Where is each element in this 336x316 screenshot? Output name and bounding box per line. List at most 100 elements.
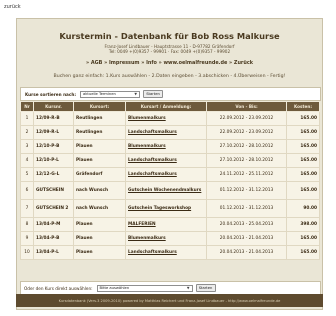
row-kursort: Plauen [73,217,126,232]
direct-select-bar: Oder den Kurs direkt auswählen: Bitte au… [20,281,321,295]
footer: Kursdatenbank (Vers.3 2009-2010) powered… [16,294,323,307]
row-nr: 10 [20,245,34,260]
row-date: 20.04.2013 - 21.04.2013 [206,231,287,246]
row-price: 165.00 [286,125,320,140]
sort-select[interactable]: aktuelle Terminen ▼ [80,90,141,98]
row-course-link[interactable]: Landschaftsmalkurs [125,125,207,140]
row-kursort: nach Wunsch [73,181,126,200]
header-address: Franz-Josef Lindbauer - Hauptstrasse 11 … [17,44,322,54]
sort-start-button[interactable]: Starten [143,90,164,98]
table-row: 10 13/04-P-L Plauen Landschaftsmalkurs 2… [20,245,320,260]
row-nr: 7 [20,199,34,218]
row-price: 165.00 [286,111,320,126]
row-date: 27.10.2012 - 28.10.2012 [206,139,287,154]
row-kursnr: GUTSCHEIN 2 [33,199,74,218]
row-date: 20.04.2013 - 21.04.2013 [206,245,287,260]
row-kursort: Plauen [73,231,126,246]
row-kursnr: 13/04-P-L [33,245,74,260]
row-kursnr: 12/12-G-L [33,167,74,182]
row-course-link[interactable]: Gutschein Wochenendmalkurs [125,181,207,200]
table-row: 3 12/10-P-B Plauen Blumenmalkurs 27.10.2… [20,139,320,154]
row-date: 01.12.2012 - 31.12.2013 [206,199,287,218]
row-price: 165.00 [286,139,320,154]
row-nr: 4 [20,153,34,168]
row-nr: 1 [20,111,34,126]
row-kursort: Gräfendorf [73,167,126,182]
row-price: 165.00 [286,181,320,200]
direct-course-select[interactable]: Bitte auswählen ▼ [96,284,193,292]
row-nr: 9 [20,231,34,246]
row-date: 20.04.2013 - 25.04.2013 [206,217,287,232]
sort-label: Kurse sortieren nach: [25,91,77,97]
row-kursnr: 12/10-P-L [33,153,74,168]
row-price: 165.00 [286,231,320,246]
row-nr: 5 [20,167,34,182]
table-row: 2 12/09-R-L Reutlingen Landschaftsmalkur… [20,125,320,140]
booking-steps-text: Buchen ganz einfach: 1.Kurs auswählen - … [53,74,286,79]
row-kursort: Reutlingen [73,125,126,140]
nav-website-link[interactable]: www.oelmalfreunde.de [163,60,227,66]
table-row: 8 13/04-P-M Plauen MALFERIEN 20.04.2013 … [20,217,320,232]
sort-bar: Kurse sortieren nach: aktuelle Terminen … [20,87,321,101]
direct-select-label: Oder den Kurs direkt auswählen: [24,285,93,291]
row-kursort: nach Wunsch [73,199,126,218]
row-nr: 3 [20,139,34,154]
row-kursnr: 12/09-R-B [33,111,74,126]
row-kursort: Plauen [73,153,126,168]
nav-agb-link[interactable]: AGB [91,60,103,66]
row-course-link[interactable]: Blumenmalkurs [125,139,207,154]
row-price: 398.00 [286,217,320,232]
row-price: 165.00 [286,153,320,168]
row-kursort: Reutlingen [73,111,126,126]
row-date: 22.09.2012 - 23.09.2012 [206,125,287,140]
col-header-date: Von - Bis: [206,101,287,112]
top-navigation: » AGB » Impressum » Info » www.oelmalfre… [17,60,322,66]
row-course-link[interactable]: Blumenmalkurs [125,111,207,126]
sort-select-value: aktuelle Terminen [83,92,116,96]
row-nr: 6 [20,181,34,200]
row-date: 27.10.2012 - 28.10.2012 [206,153,287,168]
direct-start-button[interactable]: Starten [195,284,216,292]
row-course-link[interactable]: Gutschein Tagesworkshop [125,199,207,218]
nav-impressum-link[interactable]: Impressum [109,60,140,66]
direct-select-value: Bitte auswählen [99,286,130,290]
col-header-nr: Nr [20,101,34,112]
row-kursnr: 12/10-P-B [33,139,74,154]
row-course-link[interactable]: MALFERIEN [125,217,207,232]
col-header-kursort: Kursort: [73,101,126,112]
row-course-link[interactable]: Landschaftsmalkurs [125,153,207,168]
contact-line: Tel: 0049 +(0)9357 - 99901 · Fax: 0049 +… [108,49,231,54]
back-link-top[interactable]: zurück [4,4,21,10]
row-date: 01.12.2012 - 31.12.2013 [206,181,287,200]
row-nr: 8 [20,217,34,232]
row-kursnr: 13/04-P-B [33,231,74,246]
course-table: Nr Kursnr. Kursort: Kursart / Anmeldung:… [20,101,320,260]
chevron-down-icon: ▼ [186,286,190,290]
col-header-kursnr: Kursnr. [33,101,74,112]
table-row: 7 GUTSCHEIN 2 nach Wunsch Gutschein Tage… [20,199,320,218]
row-course-link[interactable]: Landschaftsmalkurs [125,245,207,260]
row-kursnr: 13/04-P-M [33,217,74,232]
table-row: 9 13/04-P-B Plauen Blumenmalkurs 20.04.2… [20,231,320,246]
table-header-row: Nr Kursnr. Kursort: Kursart / Anmeldung:… [20,101,320,112]
row-course-link[interactable]: Blumenmalkurs [125,231,207,246]
col-header-kursart: Kursart / Anmeldung: [125,101,207,112]
row-date: 24.11.2012 - 25.11.2012 [206,167,287,182]
chevron-down-icon: ▼ [134,92,138,96]
nav-back-link[interactable]: Zurück [234,60,253,66]
table-row: 4 12/10-P-L Plauen Landschaftsmalkurs 27… [20,153,320,168]
row-kursort: Plauen [73,245,126,260]
col-header-kosten: Kosten: [286,101,320,112]
row-nr: 2 [20,125,34,140]
table-row: 5 12/12-G-L Gräfendorf Landschaftsmalkur… [20,167,320,182]
main-panel: Kurstermin - Datenbank für Bob Ross Malk… [16,18,323,310]
footer-text: Kursdatenbank (Vers.3 2009-2010) powered… [58,298,281,303]
table-row: 1 12/09-R-B Reutlingen Blumenmalkurs 22.… [20,111,320,126]
row-course-link[interactable]: Landschaftsmalkurs [125,167,207,182]
page-title: Kurstermin - Datenbank für Bob Ross Malk… [59,31,280,41]
row-date: 22.09.2012 - 23.09.2012 [206,111,287,126]
nav-info-link[interactable]: Info [146,60,157,66]
row-price: 165.00 [286,245,320,260]
row-price: 90.00 [286,199,320,218]
table-row: 6 GUTSCHEIN nach Wunsch Gutschein Wochen… [20,181,320,200]
